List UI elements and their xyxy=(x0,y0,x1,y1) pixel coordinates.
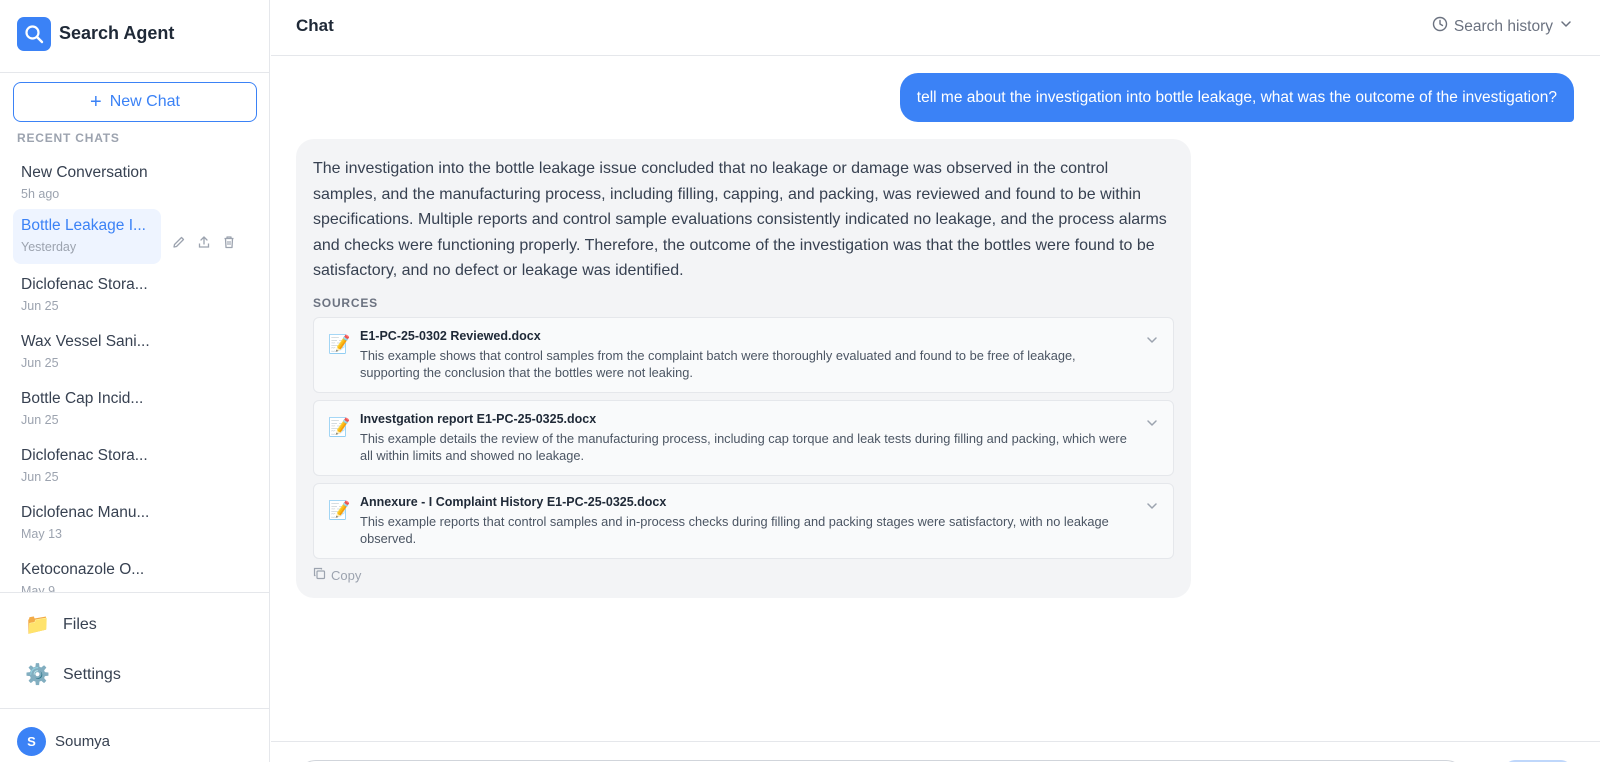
clock-icon xyxy=(1432,16,1448,37)
edit-icon[interactable] xyxy=(170,233,187,250)
chat-item-date: May 13 xyxy=(21,527,62,541)
chat-item-title: Diclofenac Manu... xyxy=(21,504,150,521)
chat-item[interactable]: Diclofenac Stora... Jun 25 xyxy=(13,268,161,323)
copy-label: Copy xyxy=(331,567,362,583)
document-icon: 📝 xyxy=(328,500,351,520)
chat-item[interactable]: Ketoconazole O... May 9 xyxy=(13,553,161,592)
chat-item[interactable]: Bottle Cap Incid... Jun 25 xyxy=(13,382,161,437)
sidebar: Search Agent + New Chat RECENT CHATS New… xyxy=(0,0,270,762)
chat-item-title: Bottle Cap Incid... xyxy=(21,390,144,407)
chat-item-date: 5h ago xyxy=(21,187,60,201)
copy-icon xyxy=(313,567,326,583)
search-icon xyxy=(17,17,51,51)
new-chat-label: New Chat xyxy=(109,93,180,110)
files-link[interactable]: 📁 Files xyxy=(25,612,97,637)
message-composer xyxy=(271,741,1600,762)
source-name: Annexure - I Complaint History E1-PC-25-… xyxy=(360,495,667,509)
chevron-down-icon[interactable] xyxy=(1145,499,1159,518)
chat-item-date: Jun 25 xyxy=(21,413,59,427)
chevron-down-icon[interactable] xyxy=(1145,333,1159,352)
source-description: This example shows that control samples … xyxy=(360,348,1076,380)
source-name: E1-PC-25-0302 Reviewed.docx xyxy=(360,329,541,343)
share-icon[interactable] xyxy=(195,233,212,250)
settings-link[interactable]: ⚙️ Settings xyxy=(25,662,121,687)
source-card[interactable]: 📝 E1-PC-25-0302 Reviewed.docx This examp… xyxy=(313,317,1174,393)
chevron-down-icon xyxy=(1559,17,1573,36)
chat-item-active[interactable]: Bottle Leakage I... Yesterday xyxy=(13,209,161,264)
avatar: S xyxy=(17,727,46,756)
document-icon: 📝 xyxy=(328,417,351,437)
chat-item[interactable]: Diclofenac Manu... May 13 xyxy=(13,496,161,551)
source-name: Investgation report E1-PC-25-0325.docx xyxy=(360,412,597,426)
recent-chats-list[interactable]: New Conversation 5h ago Bottle Leakage I… xyxy=(0,156,270,592)
chat-item-title: Diclofenac Stora... xyxy=(21,447,148,464)
user-message: tell me about the investigation into bot… xyxy=(899,73,1574,122)
assistant-message: The investigation into the bottle leakag… xyxy=(296,139,1191,598)
chat-item[interactable]: Diclofenac Stora... Jun 25 xyxy=(13,439,161,494)
source-card[interactable]: 📝 Annexure - I Complaint History E1-PC-2… xyxy=(313,483,1174,559)
user-profile[interactable]: S Soumya xyxy=(0,708,270,762)
folder-icon: 📁 xyxy=(25,614,50,636)
source-description: This example reports that control sample… xyxy=(360,514,1109,546)
assistant-answer-text: The investigation into the bottle leakag… xyxy=(313,160,1167,279)
chat-item-title: Bottle Leakage I... xyxy=(21,217,146,234)
chat-item-date: Jun 25 xyxy=(21,356,59,370)
chat-item-actions xyxy=(170,233,237,250)
chat-panel: Chat Search history tell me about the in… xyxy=(271,0,1600,762)
sources-heading: SOURCES xyxy=(313,296,378,310)
chat-item-title: New Conversation xyxy=(21,164,148,181)
chat-item[interactable]: Wax Vessel Sani... Jun 25 xyxy=(13,325,161,380)
chat-item-date: Yesterday xyxy=(21,240,77,254)
chat-header: Chat Search history xyxy=(271,0,1600,56)
files-label: Files xyxy=(63,615,97,633)
chat-item-date: May 9 xyxy=(21,584,56,592)
trash-icon[interactable] xyxy=(220,233,237,250)
copy-button[interactable]: Copy xyxy=(313,567,361,583)
chat-item-title: Wax Vessel Sani... xyxy=(21,333,150,350)
new-chat-button[interactable]: + New Chat xyxy=(13,82,257,122)
app: Search Agent + New Chat RECENT CHATS New… xyxy=(0,0,1600,762)
search-history-label: Search history xyxy=(1453,17,1553,35)
settings-label: Settings xyxy=(63,665,121,683)
chat-item-date: Jun 25 xyxy=(21,299,59,313)
page-title: Chat xyxy=(296,16,334,35)
chat-item[interactable]: New Conversation 5h ago xyxy=(13,156,161,211)
gear-icon: ⚙️ xyxy=(25,664,50,686)
search-history-dropdown[interactable]: Search history xyxy=(1432,16,1573,37)
document-icon: 📝 xyxy=(328,334,351,354)
app-title: Search Agent xyxy=(59,23,175,43)
chevron-down-icon[interactable] xyxy=(1145,416,1159,435)
source-card[interactable]: 📝 Investgation report E1-PC-25-0325.docx… xyxy=(313,400,1174,476)
chat-item-title: Ketoconazole O... xyxy=(21,561,145,578)
sidebar-footer-nav: 📁 Files ⚙️ Settings xyxy=(0,592,270,708)
recent-chats-heading: RECENT CHATS xyxy=(17,131,120,145)
chat-item-title: Diclofenac Stora... xyxy=(21,276,148,293)
chat-item-date: Jun 25 xyxy=(21,470,59,484)
user-name: Soumya xyxy=(55,733,111,750)
brand-header: Search Agent xyxy=(0,0,270,73)
source-description: This example details the review of the m… xyxy=(360,431,1127,463)
plus-icon: + xyxy=(90,91,102,113)
